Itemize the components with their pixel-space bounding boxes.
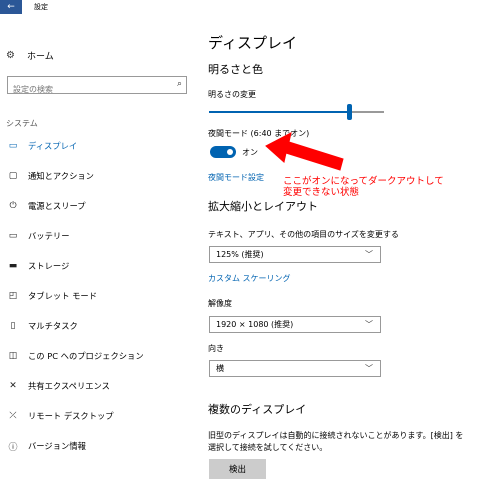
chevron-down-icon: ﹀ bbox=[365, 364, 373, 373]
sidebar-item-label: リモート デスクトップ bbox=[28, 411, 114, 421]
orientation-value: 横 bbox=[216, 364, 224, 373]
home-label: ホーム bbox=[27, 52, 54, 62]
brightness-slider-thumb[interactable] bbox=[347, 104, 352, 120]
sidebar-item-projection[interactable]: ◫ この PC へのプロジェクション bbox=[0, 346, 196, 366]
sidebar-item-multitasking[interactable]: ▯ マルチタスク bbox=[0, 316, 196, 336]
night-light-label: 夜間モード (6:40 までオン) bbox=[208, 129, 310, 138]
multi-display-heading: 複数のディスプレイ bbox=[208, 403, 307, 416]
remote-desktop-icon: ⤫ bbox=[9, 411, 17, 421]
night-light-state: オン bbox=[242, 148, 258, 157]
sidebar-item-label: この PC へのプロジェクション bbox=[28, 351, 144, 361]
annotation-line-2: 変更できない状態 bbox=[283, 187, 360, 198]
window-title: 設定 bbox=[34, 3, 48, 11]
storage-icon: ▬ bbox=[8, 261, 18, 271]
orientation-label: 向き bbox=[208, 344, 224, 353]
shared-experience-icon: ✕ bbox=[9, 381, 17, 391]
main-content: ディスプレイ 明るさと色 明るさの変更 夜間モード (6:40 までオン) オン… bbox=[208, 14, 500, 488]
resolution-value: 1920 × 1080 (推奨) bbox=[216, 320, 294, 329]
sidebar-item-display[interactable]: ▭ ディスプレイ bbox=[0, 136, 196, 156]
sidebar-item-label: バージョン情報 bbox=[28, 441, 86, 451]
night-light-settings-link[interactable]: 夜間モード設定 bbox=[208, 172, 264, 183]
sidebar-item-notifications[interactable]: ▢ 通知とアクション bbox=[0, 166, 196, 186]
scale-dropdown[interactable]: 125% (推奨) ﹀ bbox=[209, 246, 381, 263]
detect-button[interactable]: 検出 bbox=[209, 459, 266, 479]
sidebar-item-remote-desktop[interactable]: ⤫ リモート デスクトップ bbox=[0, 406, 196, 426]
orientation-dropdown[interactable]: 横 ﹀ bbox=[209, 360, 381, 377]
sidebar-item-label: 共有エクスペリエンス bbox=[28, 381, 110, 391]
gear-icon: ⚙ bbox=[6, 50, 15, 61]
settings-search-box[interactable]: ⌕ bbox=[7, 76, 187, 98]
projection-icon: ◫ bbox=[8, 351, 18, 361]
notification-icon: ▢ bbox=[8, 171, 18, 181]
sidebar-item-tablet-mode[interactable]: ◰ タブレット モード bbox=[0, 286, 196, 306]
sidebar-item-battery[interactable]: ▭ バッテリー bbox=[0, 226, 196, 246]
toggle-knob bbox=[227, 149, 233, 155]
sidebar-item-label: ディスプレイ bbox=[28, 141, 78, 151]
night-light-toggle[interactable] bbox=[210, 146, 236, 158]
home-nav[interactable]: ⚙ ホーム bbox=[6, 49, 54, 62]
sidebar-item-label: ストレージ bbox=[28, 261, 70, 271]
tablet-icon: ◰ bbox=[8, 291, 18, 301]
page-title: ディスプレイ bbox=[208, 34, 297, 52]
multi-display-description: 旧型のディスプレイは自動的に接続されないことがあります。[検出] を選択して接続… bbox=[208, 431, 464, 452]
scale-layout-heading: 拡大縮小とレイアウト bbox=[208, 200, 318, 213]
battery-icon: ▭ bbox=[8, 231, 18, 241]
brightness-label: 明るさの変更 bbox=[208, 90, 256, 99]
sidebar-item-storage[interactable]: ▬ ストレージ bbox=[0, 256, 196, 276]
arrow-left-icon: ← bbox=[7, 2, 15, 12]
resolution-dropdown[interactable]: 1920 × 1080 (推奨) ﹀ bbox=[209, 316, 381, 333]
multitask-icon: ▯ bbox=[10, 321, 16, 331]
scale-label: テキスト、アプリ、その他の項目のサイズを変更する bbox=[208, 230, 399, 239]
sidebar-item-power[interactable]: ⏻ 電源とスリープ bbox=[0, 196, 196, 216]
sidebar: ⚙ ホーム ⌕ システム ▭ ディスプレイ ▢ 通知とアクション ⏻ 電源とスリ… bbox=[0, 14, 196, 488]
sidebar-item-label: 通知とアクション bbox=[28, 171, 94, 181]
annotation-line-1: ここがオンになってダークアウトして bbox=[283, 176, 444, 187]
info-icon: ⓘ bbox=[8, 442, 18, 453]
brightness-slider[interactable] bbox=[209, 104, 384, 120]
sidebar-item-label: バッテリー bbox=[28, 231, 70, 241]
annotation-text: ここがオンになってダークアウトして 変更できない状態 bbox=[283, 176, 444, 198]
title-bar: ← 設定 bbox=[0, 0, 500, 14]
resolution-label: 解像度 bbox=[208, 299, 232, 308]
sidebar-item-about[interactable]: ⓘ バージョン情報 bbox=[0, 436, 196, 456]
power-icon: ⏻ bbox=[9, 201, 17, 211]
search-icon[interactable]: ⌕ bbox=[177, 79, 182, 89]
back-button[interactable]: ← bbox=[0, 0, 22, 14]
sidebar-item-label: 電源とスリープ bbox=[28, 201, 86, 211]
chevron-down-icon: ﹀ bbox=[365, 250, 373, 259]
chevron-down-icon: ﹀ bbox=[365, 320, 373, 329]
sidebar-item-label: タブレット モード bbox=[28, 291, 98, 301]
monitor-icon: ▭ bbox=[8, 141, 18, 151]
section-label-system: システム bbox=[6, 119, 38, 128]
sidebar-item-shared-experiences[interactable]: ✕ 共有エクスペリエンス bbox=[0, 376, 196, 396]
brightness-heading: 明るさと色 bbox=[208, 63, 263, 76]
scale-value: 125% (推奨) bbox=[216, 250, 264, 259]
custom-scaling-link[interactable]: カスタム スケーリング bbox=[208, 273, 291, 284]
sidebar-item-label: マルチタスク bbox=[28, 321, 78, 331]
brightness-slider-fill bbox=[209, 111, 349, 113]
search-input[interactable] bbox=[8, 81, 168, 98]
